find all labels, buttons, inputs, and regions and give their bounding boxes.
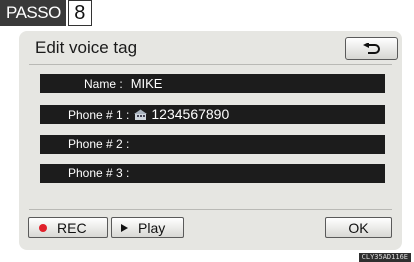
page-number: 8 xyxy=(67,0,92,26)
header-divider xyxy=(29,64,392,65)
phone-2-row[interactable]: Phone # 2 : xyxy=(40,135,385,154)
phone-1-row[interactable]: Phone # 1 : 1234567890 xyxy=(40,105,385,124)
name-row[interactable]: Name : MIKE xyxy=(40,74,385,93)
page-tag: PASSO 8 xyxy=(0,0,92,26)
phone-1-label: Phone # 1 : xyxy=(68,108,130,122)
play-button[interactable]: Play xyxy=(111,217,184,238)
phone-1-value: 1234567890 xyxy=(151,106,230,122)
ok-label: OK xyxy=(348,219,369,236)
play-icon xyxy=(121,223,128,232)
record-dot-icon xyxy=(39,223,47,232)
voice-tag-screen: Edit voice tag Name : MIKE Phone # 1 : 12… xyxy=(19,31,402,250)
ok-button[interactable]: OK xyxy=(325,217,392,238)
footer-divider xyxy=(29,209,392,210)
back-button[interactable] xyxy=(345,37,398,60)
screen-title: Edit voice tag xyxy=(35,38,138,57)
model-label: PASSO xyxy=(0,0,66,26)
return-arrow-icon xyxy=(362,42,380,54)
image-code: CLY35AD116E xyxy=(358,253,411,262)
phone-3-label: Phone # 3 : xyxy=(68,166,130,180)
phone-type-icon xyxy=(134,108,148,127)
name-value: MIKE xyxy=(130,76,163,91)
phone-2-label: Phone # 2 : xyxy=(68,137,130,151)
rec-button[interactable]: REC xyxy=(28,217,108,238)
rec-label: REC xyxy=(57,219,87,236)
name-label: Name : xyxy=(84,77,123,91)
phone-3-row[interactable]: Phone # 3 : xyxy=(40,164,385,183)
play-label: Play xyxy=(138,219,166,236)
